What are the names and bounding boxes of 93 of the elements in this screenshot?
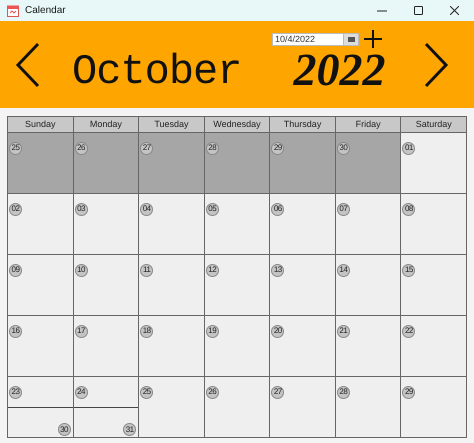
day-number: 12 [206, 264, 219, 276]
day-number: 28 [206, 142, 219, 154]
weekday-header: Sunday [8, 117, 74, 133]
day-number: 22 [402, 324, 416, 338]
day-cell[interactable]: 04 [139, 194, 205, 255]
weekday-header: Saturday [401, 117, 467, 133]
day-cell[interactable]: 26 [74, 133, 140, 194]
day-number: 03 [74, 202, 88, 216]
day-number: 28 [336, 386, 350, 398]
day-number: 30 [336, 142, 350, 154]
day-number: 31 [123, 423, 136, 436]
day-number: 26 [206, 386, 219, 398]
weekday-header: Monday [74, 117, 140, 133]
day-number: 17 [74, 324, 88, 338]
next-icon[interactable] [424, 42, 448, 88]
day-cell[interactable]: 10 [74, 255, 140, 316]
day-number: 25 [140, 386, 154, 398]
calendar-icon [7, 4, 19, 16]
day-cell[interactable]: 19 [204, 316, 270, 377]
day-number: 05 [206, 202, 219, 216]
day-number: 06 [271, 202, 284, 216]
calendar-icon [348, 36, 354, 42]
day-number: 20 [271, 324, 284, 338]
maximize-icon[interactable] [414, 6, 423, 15]
add-icon[interactable] [364, 30, 382, 48]
month-label: October [72, 50, 242, 92]
day-cell[interactable]: 22 [401, 316, 467, 377]
day-number: 29 [402, 386, 416, 398]
close-icon[interactable] [450, 6, 459, 15]
weekday-header: Friday [336, 117, 402, 133]
day-cell[interactable]: 25 [8, 133, 74, 194]
day-cell[interactable]: 23 [8, 377, 73, 408]
day-cell[interactable]: 01 [401, 133, 467, 194]
day-number: 18 [140, 324, 154, 338]
day-number: 13 [271, 264, 284, 276]
day-number: 26 [74, 142, 88, 154]
previous-icon[interactable] [16, 42, 40, 88]
day-number: 01 [402, 142, 416, 154]
day-cell[interactable]: 20 [270, 316, 336, 377]
day-cell[interactable]: 14 [336, 255, 402, 316]
day-number: 02 [9, 202, 22, 216]
day-cell[interactable]: 03 [74, 194, 140, 255]
day-cell[interactable]: 30 [336, 133, 402, 194]
day-cell[interactable]: 27 [139, 133, 205, 194]
day-number: 23 [9, 386, 22, 398]
day-number: 08 [402, 202, 416, 216]
day-number: 15 [402, 264, 416, 276]
day-cell[interactable]: 28 [204, 133, 270, 194]
day-cell[interactable]: 26 [204, 377, 270, 438]
day-cell[interactable]: 15 [401, 255, 467, 316]
day-number: 04 [140, 202, 154, 216]
date-picker-button[interactable] [344, 32, 359, 46]
day-number: 30 [58, 423, 71, 436]
day-cell[interactable]: 08 [401, 194, 467, 255]
day-cell[interactable]: 13 [270, 255, 336, 316]
day-cell[interactable]: 29 [270, 133, 336, 194]
day-cell[interactable]: 31 [74, 408, 138, 437]
day-cell[interactable]: 09 [8, 255, 74, 316]
day-number: 10 [74, 264, 88, 276]
year-label: 2022 [293, 46, 386, 92]
day-cell[interactable]: 30 [8, 408, 73, 437]
day-number: 27 [271, 386, 284, 398]
weekday-header: Tuesday [139, 117, 205, 133]
day-cell[interactable]: 02 [8, 194, 74, 255]
day-cell[interactable]: 16 [8, 316, 74, 377]
day-cell[interactable]: 27 [270, 377, 336, 438]
day-number: 29 [271, 142, 284, 154]
day-number: 11 [140, 264, 154, 276]
day-cell[interactable]: 25 [139, 377, 205, 438]
day-number: 24 [74, 386, 88, 398]
weekday-header: Thursday [270, 117, 336, 133]
day-cell[interactable]: 05 [204, 194, 270, 255]
day-number: 21 [336, 324, 350, 338]
window-title: Calendar [25, 4, 66, 18]
day-number: 19 [206, 324, 219, 338]
day-cell[interactable]: 06 [270, 194, 336, 255]
day-cell[interactable]: 11 [139, 255, 205, 316]
day-number: 14 [336, 264, 350, 276]
day-number: 25 [9, 142, 22, 154]
day-cell[interactable]: 29 [401, 377, 467, 438]
day-number: 09 [9, 264, 22, 276]
day-number: 27 [140, 142, 154, 154]
day-cell[interactable]: 17 [74, 316, 140, 377]
day-cell[interactable]: 21 [336, 316, 402, 377]
day-number: 16 [9, 324, 22, 338]
day-cell[interactable]: 12 [204, 255, 270, 316]
weekday-header: Wednesday [204, 117, 270, 133]
day-number: 07 [336, 202, 350, 216]
date-field[interactable]: 10/4/2022 [272, 32, 344, 46]
day-cell[interactable]: 07 [336, 194, 402, 255]
day-cell[interactable]: 24 [74, 377, 138, 408]
day-cell[interactable]: 18 [139, 316, 205, 377]
day-cell[interactable]: 28 [336, 377, 402, 438]
